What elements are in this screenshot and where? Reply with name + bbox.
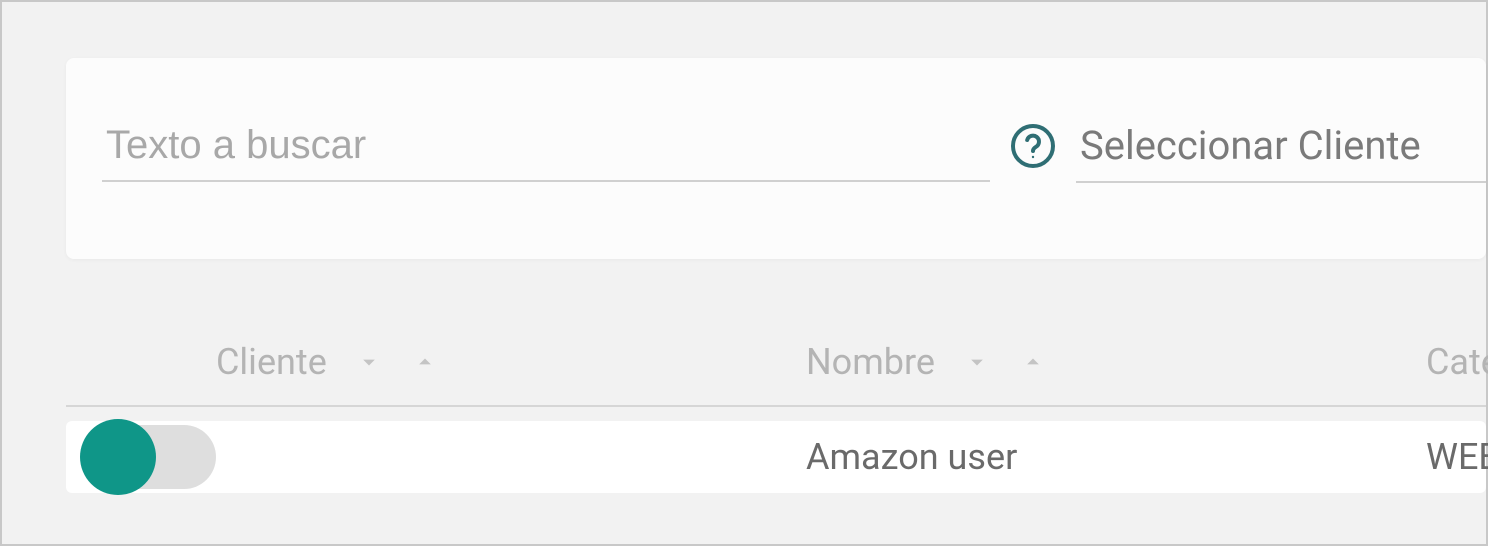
client-select[interactable]: Seleccionar Cliente — [1076, 114, 1486, 183]
avatar — [80, 419, 156, 495]
column-label-nombre: Nombre — [806, 341, 935, 383]
sort-desc-icon[interactable] — [355, 348, 383, 376]
table-header: Cliente Nombre Categoría — [66, 323, 1486, 407]
column-label-categoria: Categoría — [1426, 341, 1488, 383]
row-categoria-cell: WEB — [1426, 436, 1488, 478]
column-header-categoria[interactable]: Categoría — [1426, 341, 1488, 383]
client-select-wrap: Seleccionar Cliente — [1076, 114, 1486, 183]
search-filter-card: Seleccionar Cliente — [66, 58, 1486, 259]
avatar-pill — [84, 425, 216, 489]
sort-asc-icon[interactable] — [1019, 348, 1047, 376]
column-header-nombre[interactable]: Nombre — [806, 341, 1426, 383]
column-header-cliente[interactable]: Cliente — [216, 341, 806, 383]
row-avatar-area — [66, 425, 216, 489]
search-input-wrap — [102, 115, 990, 182]
page-container: Seleccionar Cliente Cliente Nombre — [2, 2, 1486, 544]
search-input[interactable] — [102, 115, 990, 182]
help-icon[interactable] — [1008, 121, 1058, 171]
sort-desc-icon[interactable] — [963, 348, 991, 376]
row-nombre-cell: Amazon user — [806, 436, 1426, 478]
column-label-cliente: Cliente — [216, 341, 327, 383]
sort-asc-icon[interactable] — [411, 348, 439, 376]
table-area: Cliente Nombre Categoría — [66, 323, 1486, 493]
table-row[interactable]: Amazon user WEB — [66, 421, 1486, 493]
